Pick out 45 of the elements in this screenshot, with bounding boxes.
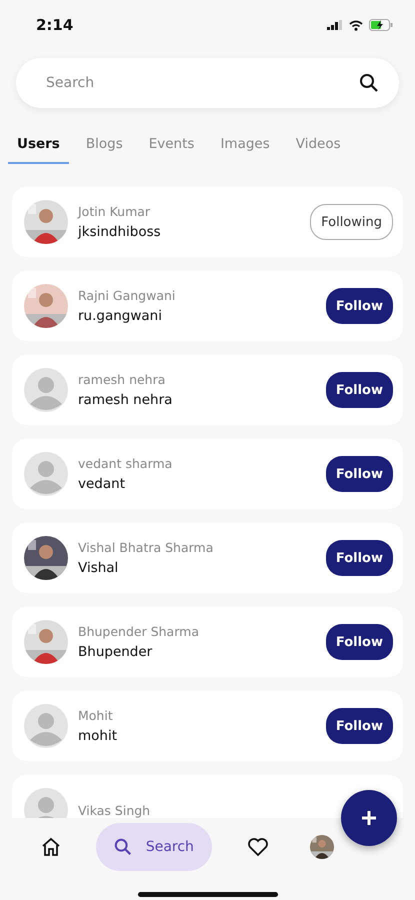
follow-button[interactable]: Follow	[326, 540, 393, 576]
user-handle: ramesh nehra	[78, 392, 174, 408]
user-handle: jksindhiboss	[78, 224, 162, 240]
nav-item[interactable]: Search	[96, 823, 212, 871]
avatar-icon	[24, 704, 68, 748]
following-button[interactable]: Following	[310, 204, 393, 240]
avatar-icon	[24, 452, 68, 496]
user-card[interactable]: ramesh nehra ramesh nehra Follow	[12, 355, 403, 425]
user-name: Vishal Bhatra Sharma	[78, 540, 214, 555]
avatar-icon	[24, 368, 68, 412]
signal-icon	[327, 20, 343, 30]
user-handle: ru.gangwani	[78, 308, 163, 324]
search-icon[interactable]	[359, 73, 379, 93]
user-name: Bhupender Sharma	[78, 624, 200, 639]
user-handle: mohit	[78, 728, 118, 744]
follow-button[interactable]: Follow	[326, 372, 393, 408]
user-card[interactable]: Jotin Kumar jksindhiboss Following	[12, 187, 403, 257]
user-handle: vedant	[78, 476, 126, 492]
user-card[interactable]: Mohit mohit Follow	[12, 691, 403, 761]
search-field[interactable]: Search	[16, 58, 399, 108]
wifi-icon	[349, 20, 363, 30]
user-name: Jotin Kumar	[78, 204, 152, 219]
user-card[interactable]: vedant sharma vedant Follow	[12, 439, 403, 509]
status-time: 2:14	[36, 16, 74, 34]
user-card[interactable]: Bhupender Sharma Bhupender Follow	[12, 607, 403, 677]
home-icon	[40, 837, 61, 857]
user-name: Mohit	[78, 708, 114, 723]
user-handle: Vishal	[78, 560, 120, 576]
search-icon	[114, 838, 132, 856]
follow-button[interactable]: Follow	[326, 708, 393, 744]
follow-button[interactable]: Follow	[326, 456, 393, 492]
battery-icon	[369, 19, 393, 31]
user-card[interactable]: Rajni Gangwani ru.gangwani Follow	[12, 271, 403, 341]
plus-icon	[360, 809, 378, 827]
tab[interactable]: Users	[8, 130, 69, 164]
user-name: ramesh nehra	[78, 372, 166, 387]
user-name: Rajni Gangwani	[78, 288, 176, 303]
follow-button[interactable]: Follow	[326, 624, 393, 660]
user-card[interactable]: Vikas Singh	[12, 775, 403, 818]
follow-button[interactable]: Follow	[326, 288, 393, 324]
user-handle: Bhupender	[78, 644, 154, 660]
heart-icon	[247, 837, 270, 857]
user-card[interactable]: Vishal Bhatra Sharma Vishal Follow	[12, 523, 403, 593]
user-name: vedant sharma	[78, 456, 174, 471]
user-name: Vikas Singh	[78, 802, 152, 818]
